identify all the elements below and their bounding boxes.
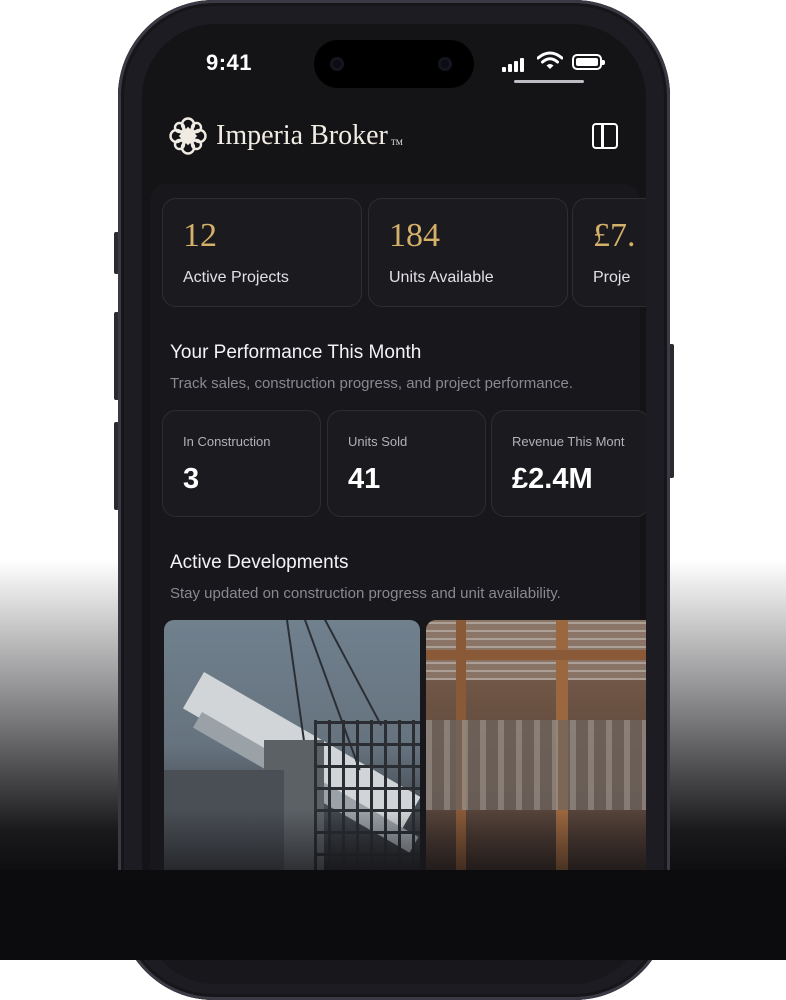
bottom-fade-overlay bbox=[0, 870, 786, 960]
trademark-mark: TM bbox=[390, 138, 403, 147]
performance-subtitle: Track sales, construction progress, and … bbox=[170, 375, 573, 392]
phone-screen: 9:41 Imperia Broker TM 12 Active Project… bbox=[142, 24, 646, 984]
stat-value: 3 bbox=[183, 463, 200, 495]
developments-subtitle: Stay updated on construction progress an… bbox=[170, 585, 561, 602]
performance-stats[interactable]: In Construction 3 Units Sold 41 Revenue … bbox=[162, 410, 646, 518]
battery-icon bbox=[572, 54, 605, 70]
kpi-card-projected-revenue[interactable]: £7. Proje bbox=[572, 198, 646, 307]
developments-title: Active Developments bbox=[170, 552, 349, 573]
developments-carousel[interactable] bbox=[164, 620, 646, 900]
kpi-value: £7. bbox=[593, 217, 636, 254]
stat-label: In Construction bbox=[183, 434, 271, 449]
brand-logo-icon bbox=[169, 117, 207, 155]
app-header: Imperia Broker TM bbox=[142, 112, 646, 162]
status-bar: 9:41 bbox=[142, 24, 646, 104]
wifi-icon bbox=[537, 51, 563, 69]
stat-card-in-construction[interactable]: In Construction 3 bbox=[162, 410, 321, 517]
brand-name[interactable]: Imperia Broker TM bbox=[216, 120, 403, 152]
stat-card-units-sold[interactable]: Units Sold 41 bbox=[327, 410, 486, 517]
stat-value: 41 bbox=[348, 463, 381, 495]
status-indicator-line bbox=[514, 80, 584, 83]
kpi-card-units-available[interactable]: 184 Units Available bbox=[368, 198, 568, 307]
kpi-carousel[interactable]: 12 Active Projects 184 Units Available £… bbox=[162, 198, 646, 308]
kpi-label: Active Projects bbox=[183, 269, 289, 286]
kpi-card-active-projects[interactable]: 12 Active Projects bbox=[162, 198, 362, 307]
kpi-value: 12 bbox=[183, 217, 217, 254]
cellular-signal-icon bbox=[502, 56, 528, 72]
sidebar-toggle-icon[interactable] bbox=[592, 123, 618, 149]
building-interior-photo[interactable] bbox=[426, 620, 646, 900]
brand-name-text: Imperia Broker bbox=[216, 120, 388, 151]
camera-icon bbox=[438, 57, 452, 71]
kpi-label: Proje bbox=[593, 269, 631, 286]
stat-label: Units Sold bbox=[348, 434, 408, 449]
stat-label: Revenue This Mont bbox=[512, 434, 625, 449]
sensor-icon bbox=[330, 57, 344, 71]
status-time: 9:41 bbox=[206, 50, 253, 75]
stat-card-revenue[interactable]: Revenue This Mont £2.4M bbox=[491, 410, 646, 517]
dynamic-island bbox=[314, 40, 474, 88]
construction-crane-photo[interactable] bbox=[164, 620, 420, 900]
kpi-value: 184 bbox=[389, 217, 440, 254]
kpi-label: Units Available bbox=[389, 269, 494, 286]
performance-title: Your Performance This Month bbox=[170, 342, 422, 363]
stat-value: £2.4M bbox=[512, 463, 593, 495]
